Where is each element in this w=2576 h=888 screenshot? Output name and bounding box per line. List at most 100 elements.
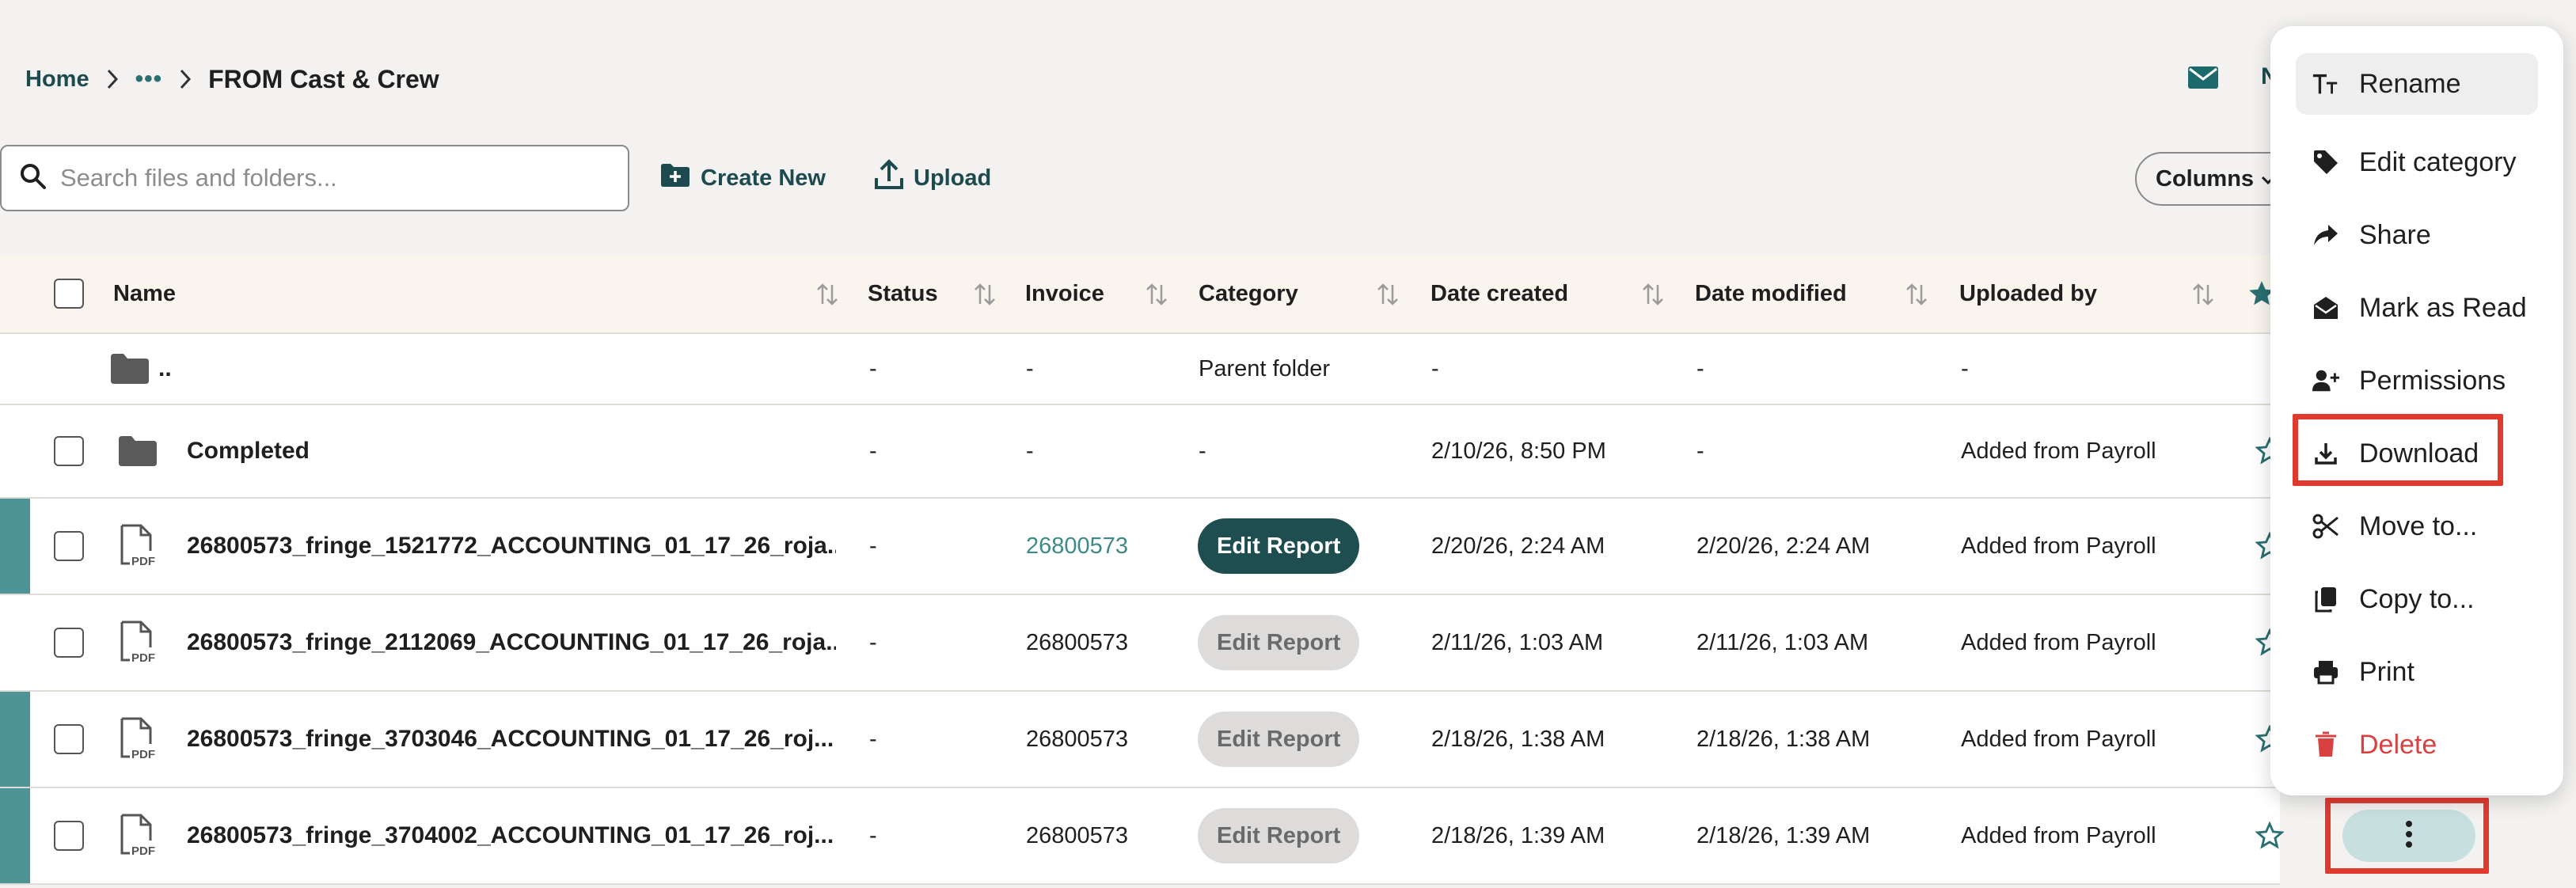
svg-text:PDF: PDF [131,844,155,858]
pdf-file-icon: PDF [116,595,160,690]
column-header-name[interactable]: Name [113,255,176,332]
sort-icon[interactable] [815,282,839,307]
pdf-file-icon: PDF [116,499,160,594]
date-modified-cell: 2/18/26, 1:38 AM [1696,726,1871,752]
menu-item-label: Permissions [2359,365,2506,396]
table-row[interactable]: PDF 26800573_fringe_3704002_ACCOUNTING_0… [0,788,2285,885]
create-new-button[interactable]: Create New [659,158,826,198]
column-header-uploaded-by[interactable]: Uploaded by [1959,255,2097,332]
date-modified-cell: - [1696,355,1704,381]
menu-item-edit-category[interactable]: Edit category [2296,126,2538,199]
menu-item-copy-to[interactable]: Copy to... [2296,563,2538,636]
file-name[interactable]: 26800573_fringe_3704002_ACCOUNTING_01_17… [187,788,836,883]
date-created-cell: 2/18/26, 1:38 AM [1431,726,1605,752]
menu-item-label: Mark as Read [2359,292,2527,323]
category-cell: Parent folder [1199,355,1331,381]
edit-report-button[interactable]: Edit Report [1198,518,1360,574]
invoice-cell: 26800573 [1026,726,1129,752]
star-icon[interactable] [2255,788,2285,883]
table-row[interactable]: PDF 26800573_fringe_2112069_ACCOUNTING_0… [0,595,2285,692]
column-header-status[interactable]: Status [868,255,938,332]
sort-icon[interactable] [1905,282,1928,307]
upload-button[interactable]: Upload [874,158,991,198]
menu-item-print[interactable]: Print [2296,636,2538,708]
trash-icon [2312,731,2340,759]
sort-icon[interactable] [1376,282,1400,307]
row-checkbox[interactable] [54,531,84,561]
breadcrumb-home-link[interactable]: Home [25,66,89,93]
row-checkbox[interactable] [54,628,84,658]
unread-indicator [0,499,30,594]
select-all-checkbox[interactable] [54,279,84,309]
invoice-cell: - [1026,438,1034,464]
highlight-box [2293,414,2503,486]
menu-item-move-to[interactable]: Move to... [2296,490,2538,563]
menu-item-delete[interactable]: Delete [2296,708,2538,781]
column-header-date-created[interactable]: Date created [1430,255,1568,332]
menu-item-label: Move to... [2359,510,2478,541]
row-checkbox[interactable] [54,821,84,851]
column-header-category[interactable]: Category [1199,255,1298,332]
edit-report-button[interactable]: Edit Report [1198,808,1360,863]
menu-item-permissions[interactable]: Permissions [2296,344,2538,417]
file-table: Name Status Invoice Category Date create… [0,255,2285,885]
search-input[interactable] [60,164,598,192]
pdf-file-icon: PDF [116,692,160,787]
date-created-cell: 2/20/26, 2:24 AM [1431,533,1605,559]
column-header-date-modified[interactable]: Date modified [1695,255,1847,332]
table-row-parent-folder[interactable]: .. - - Parent folder - - - [0,334,2280,405]
sort-icon[interactable] [1145,282,1168,307]
folder-name[interactable]: Completed [187,405,310,497]
invoice-link[interactable]: 26800573 [1026,499,1128,594]
scissors-icon [2312,512,2340,541]
menu-item-label: Rename [2359,68,2461,99]
status-cell: - [869,822,877,848]
status-cell: - [869,438,877,464]
file-name[interactable]: 26800573_fringe_1521772_ACCOUNTING_01_17… [187,499,836,594]
menu-item-rename[interactable]: Rename [2296,53,2538,115]
text-format-icon [2312,70,2340,98]
upload-icon [874,159,904,197]
create-new-label: Create New [701,165,826,191]
context-menu: Rename Edit category Share Mark as Read … [2270,26,2563,795]
row-checkbox[interactable] [54,724,84,754]
chevron-right-icon [178,68,192,90]
file-name[interactable]: 26800573_fringe_2112069_ACCOUNTING_01_17… [187,595,836,690]
sort-icon[interactable] [973,282,997,307]
menu-item-mark-as-read[interactable]: Mark as Read [2296,271,2538,344]
menu-item-share[interactable]: Share [2296,199,2538,271]
date-modified-cell: 2/11/26, 1:03 AM [1696,629,1869,655]
folder-icon [109,334,150,404]
edit-report-button[interactable]: Edit Report [1198,712,1360,767]
menu-item-label: Edit category [2359,146,2517,177]
svg-text:PDF: PDF [131,748,155,761]
upload-label: Upload [914,165,992,191]
svg-text:PDF: PDF [131,555,155,568]
mail-icon[interactable] [2187,65,2219,94]
menu-item-label: Delete [2359,729,2437,760]
uploaded-by-cell: Added from Payroll [1961,822,2156,848]
invoice-cell: - [1026,355,1034,381]
table-row[interactable]: PDF 26800573_fringe_3703046_ACCOUNTING_0… [0,692,2285,788]
table-row-folder[interactable]: Completed - - - 2/10/26, 8:50 PM - Added… [0,405,2285,499]
file-name[interactable]: 26800573_fringe_3703046_ACCOUNTING_01_17… [187,692,836,787]
svg-text:PDF: PDF [131,651,155,665]
menu-item-label: Share [2359,219,2431,250]
tag-icon [2312,148,2340,176]
row-checkbox[interactable] [54,436,84,466]
breadcrumb-current: FROM Cast & Crew [208,64,439,93]
parent-folder-name[interactable]: .. [158,334,172,404]
edit-report-button[interactable]: Edit Report [1198,615,1360,670]
column-header-invoice[interactable]: Invoice [1025,255,1104,332]
status-cell: - [869,533,877,559]
sort-icon[interactable] [1641,282,1665,307]
uploaded-by-cell: Added from Payroll [1961,726,2156,752]
breadcrumb-more-button[interactable]: ••• [135,66,163,93]
uploaded-by-cell: - [1961,355,1969,381]
pdf-file-icon: PDF [116,788,160,883]
menu-item-label: Print [2359,656,2415,687]
table-row[interactable]: PDF 26800573_fringe_1521772_ACCOUNTING_0… [0,499,2285,595]
search-box[interactable] [0,145,629,211]
table-header: Name Status Invoice Category Date create… [0,255,2280,334]
sort-icon[interactable] [2191,282,2215,307]
